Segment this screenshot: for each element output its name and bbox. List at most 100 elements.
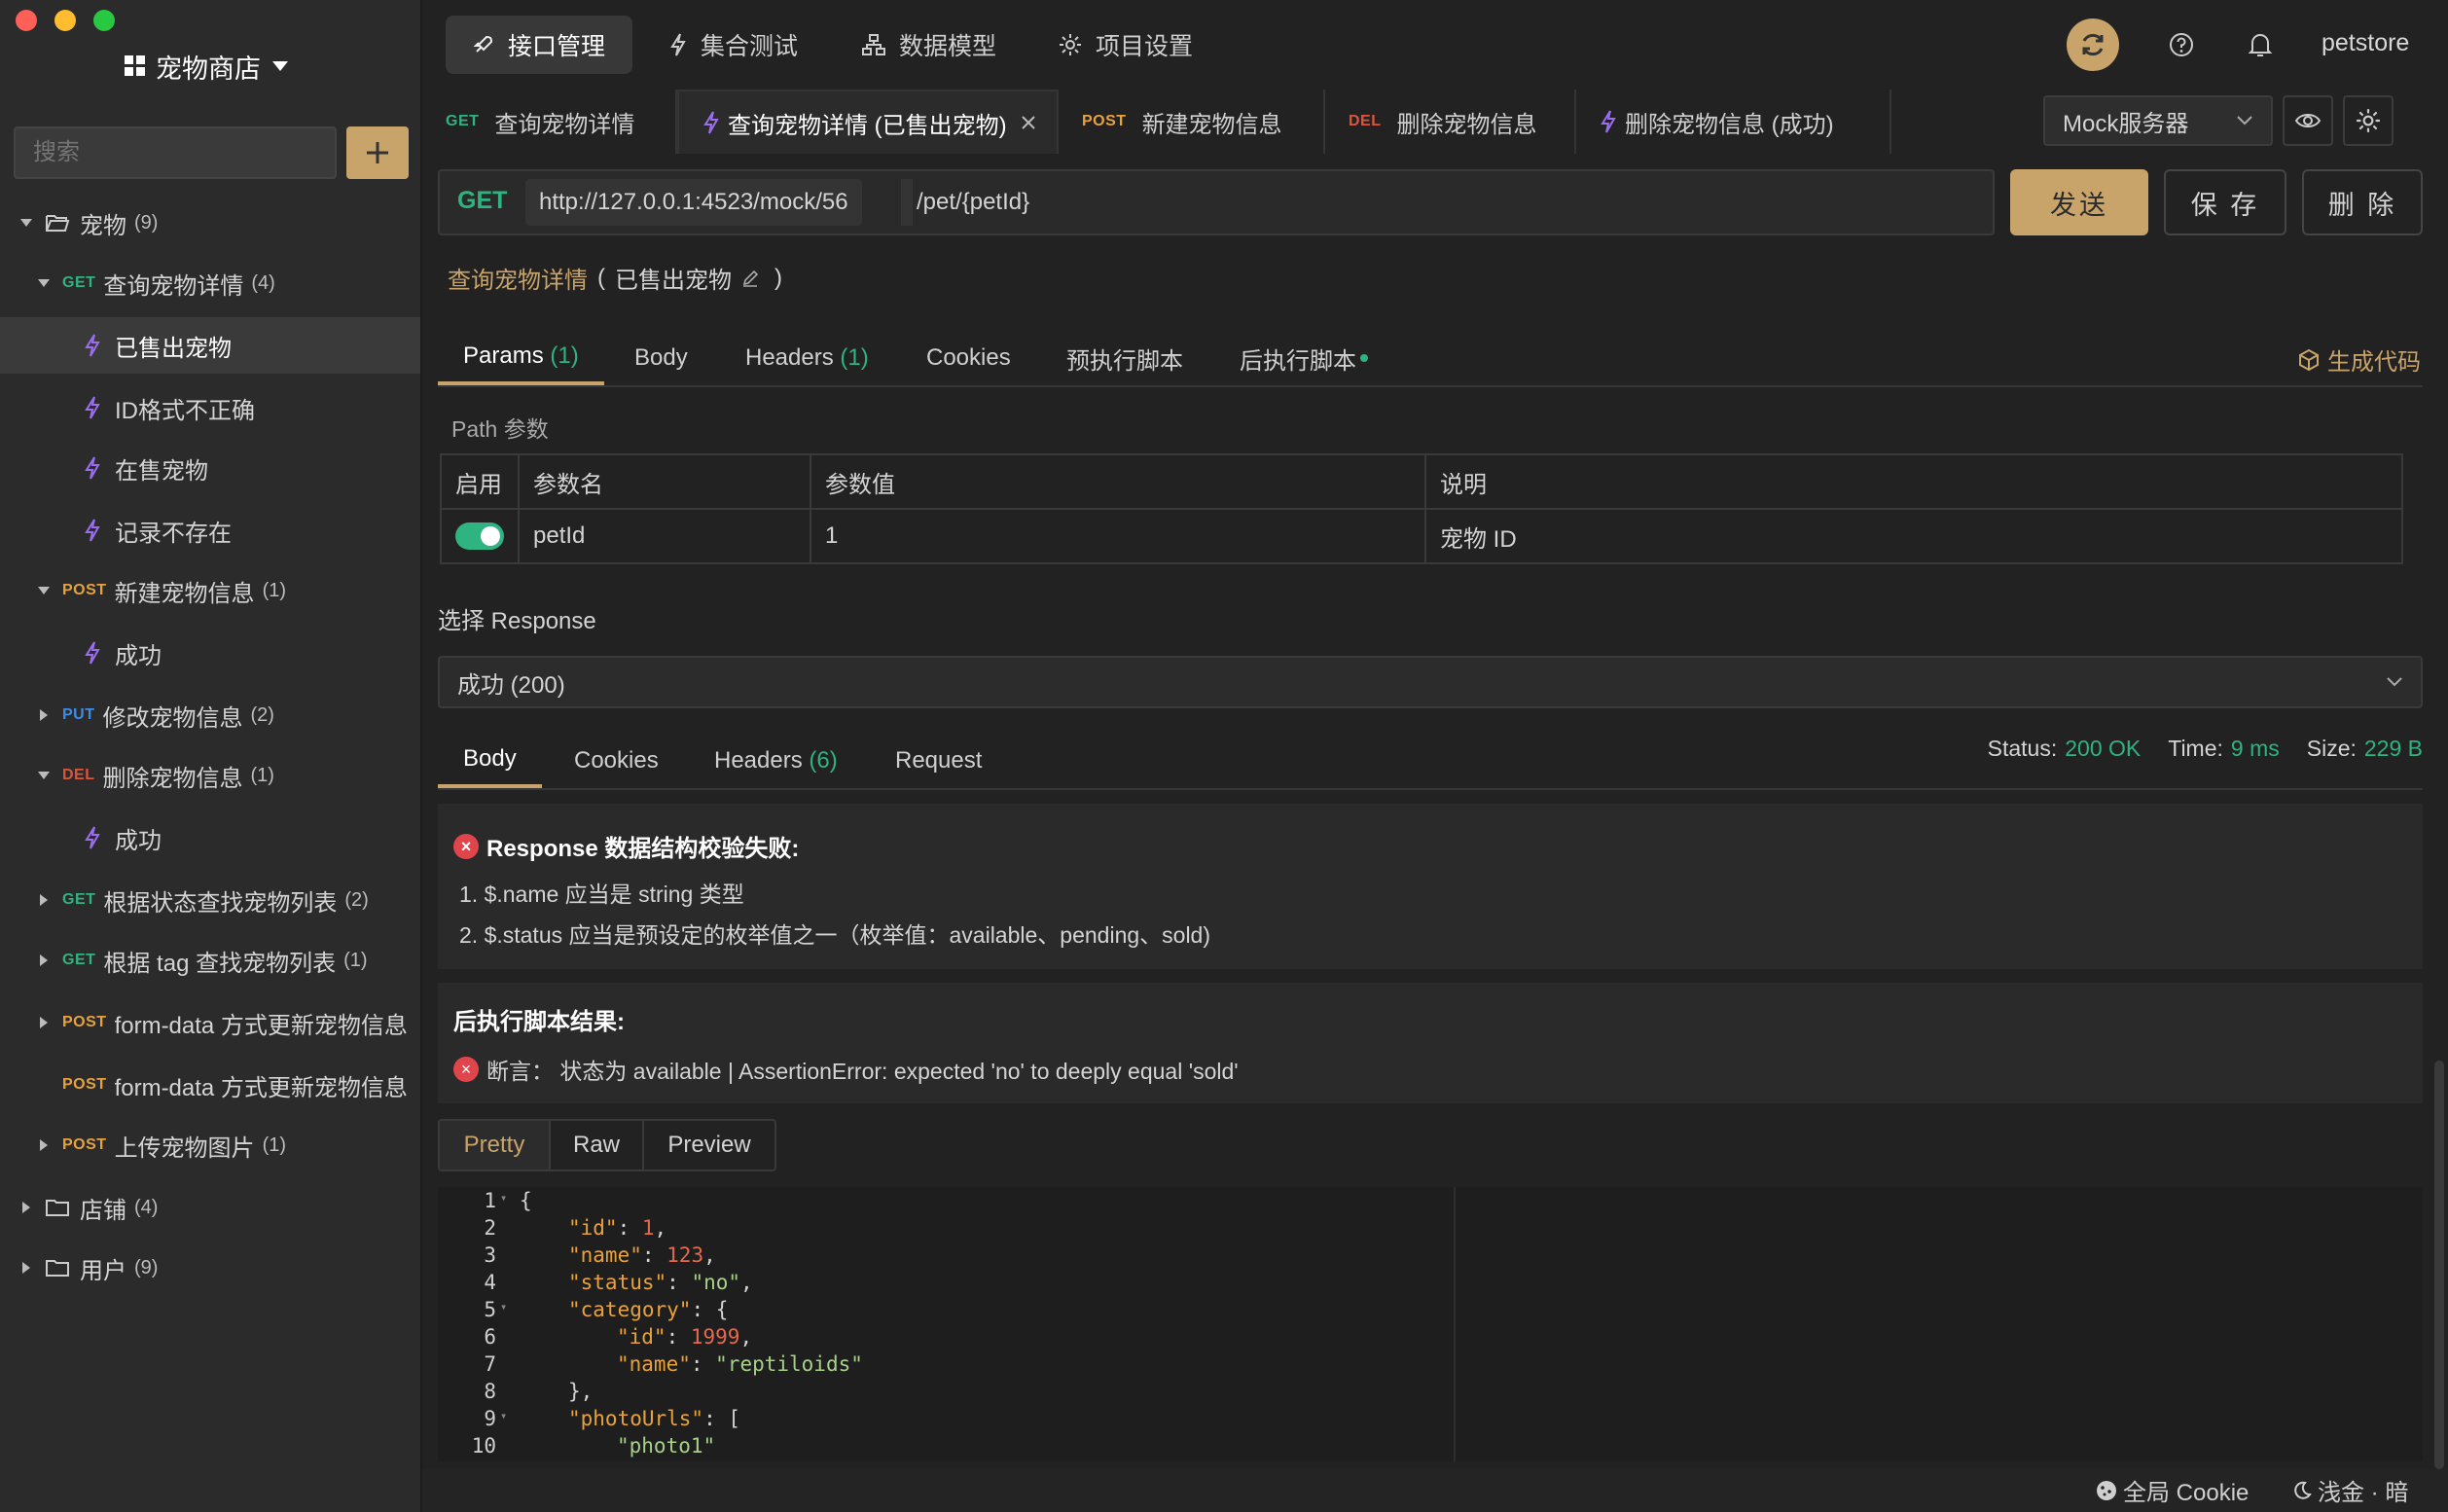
tree-api-del-pet[interactable]: DEL 删除宠物信息 (1): [0, 747, 420, 804]
tab-get-pet-sold[interactable]: 查询宠物详情 (已售出宠物): [677, 90, 1059, 154]
json-key: "photoUrls": [568, 1407, 704, 1430]
delete-button[interactable]: 删 除: [2302, 169, 2423, 235]
method-badge: DEL: [1349, 113, 1382, 129]
project-title: 宠物商店: [156, 54, 261, 84]
json-number: 1999: [690, 1325, 740, 1349]
path-input[interactable]: [901, 179, 1983, 226]
col-header-enabled: 启用: [440, 453, 520, 510]
tree-case-success[interactable]: 成功: [0, 625, 420, 681]
tree-folder-store[interactable]: 店铺 (4): [0, 1179, 420, 1236]
method-badge: PUT: [62, 706, 95, 723]
breadcrumb-api-link[interactable]: 查询宠物详情: [448, 261, 588, 295]
tab-post-pet[interactable]: POST 新建宠物信息: [1059, 90, 1325, 154]
view-tab-preview[interactable]: Preview: [644, 1121, 774, 1170]
line-number: 8: [484, 1380, 496, 1403]
view-tab-pretty[interactable]: Pretty: [440, 1121, 551, 1170]
tree-api-put-pet[interactable]: PUT 修改宠物信息 (2): [0, 687, 420, 743]
tree-case-not-found[interactable]: 记录不存在: [0, 502, 420, 558]
tab-body[interactable]: Body: [634, 331, 688, 385]
tab-get-pet[interactable]: GET 查询宠物详情: [422, 90, 677, 154]
nav-collection-test[interactable]: 集合测试: [642, 16, 825, 74]
tab-response-request[interactable]: Request: [895, 734, 982, 788]
param-value-cell[interactable]: 1: [810, 508, 1426, 564]
response-select[interactable]: 成功 (200): [438, 656, 2423, 708]
tree-api-find-by-tag[interactable]: GET 根据 tag 查找宠物列表 (1): [0, 932, 420, 989]
close-icon[interactable]: [1021, 115, 1036, 130]
theme-switcher[interactable]: 浅金 · 暗: [2292, 1473, 2408, 1507]
tab-response-body[interactable]: Body: [438, 734, 542, 788]
code-line: "id": 1,: [568, 1216, 667, 1240]
lightning-icon: [84, 641, 101, 665]
response-body-editor[interactable]: 1 2 3 4 5 6 7 8 9 10 ▾ ▾ ▾ { "id": 1, "n…: [438, 1187, 2423, 1461]
tree-api-post-pet[interactable]: POST 新建宠物信息 (1): [0, 562, 420, 619]
caret-right-icon: [37, 708, 51, 722]
tab-params[interactable]: Params (1): [438, 331, 604, 385]
environment-preview-button[interactable]: [2283, 95, 2333, 146]
breadcrumb: 查询宠物详情 ( 已售出宠物 ): [448, 261, 782, 295]
view-tab-raw[interactable]: Raw: [551, 1121, 644, 1170]
edit-icon[interactable]: [741, 270, 759, 287]
method-select[interactable]: GET: [457, 187, 507, 215]
validation-title: Response 数据结构校验失败:: [486, 836, 800, 862]
tree-count: (9): [134, 211, 159, 234]
fold-icon[interactable]: ▾: [500, 1409, 507, 1422]
add-button[interactable]: [346, 126, 409, 179]
tab-label: 新建宠物信息: [1141, 111, 1282, 138]
json-key: "status": [568, 1271, 667, 1294]
tab-label: Headers: [745, 344, 834, 371]
user-name[interactable]: petstore: [2322, 29, 2409, 57]
environment-select[interactable]: Mock服务器: [2043, 95, 2273, 146]
window-close-button[interactable]: [16, 10, 37, 31]
nav-api-management[interactable]: 接口管理: [446, 16, 633, 74]
param-name-cell[interactable]: petId: [518, 508, 811, 564]
tree-api-find-by-status[interactable]: GET 根据状态查找宠物列表 (2): [0, 872, 420, 928]
project-switcher[interactable]: 宠物商店: [125, 47, 290, 86]
param-desc-cell[interactable]: 宠物 ID: [1424, 508, 2403, 564]
window-zoom-button[interactable]: [93, 10, 115, 31]
tree-case-del-success[interactable]: 成功: [0, 810, 420, 866]
send-button[interactable]: 发送: [2010, 169, 2148, 235]
validation-error-2: 2. $.status 应当是预设定的枚举值之一（枚举值：available、p…: [459, 922, 1211, 948]
tree-api-upload-image[interactable]: POST 上传宠物图片 (1): [0, 1117, 420, 1173]
window-minimize-button[interactable]: [54, 10, 76, 31]
global-cookie-button[interactable]: 全局 Cookie: [2096, 1473, 2249, 1507]
assertion-text: 断言： 状态为 available | AssertionError: expe…: [486, 1059, 1239, 1084]
nav-project-settings[interactable]: 项目设置: [1031, 16, 1220, 74]
nav-data-model[interactable]: 数据模型: [835, 16, 1024, 74]
environment-settings-button[interactable]: [2343, 95, 2394, 146]
tab-pre-script[interactable]: 预执行脚本: [1066, 331, 1183, 385]
fold-icon[interactable]: ▾: [500, 1300, 507, 1314]
tab-response-cookies[interactable]: Cookies: [574, 734, 659, 788]
scrollbar[interactable]: [2434, 1061, 2444, 1469]
tree-api-formdata-update[interactable]: POST form-data 方式更新宠物信息: [0, 994, 420, 1051]
tab-response-headers[interactable]: Headers (6): [714, 734, 838, 788]
bell-icon[interactable]: [2248, 31, 2273, 58]
caret-down-icon: [37, 769, 51, 782]
save-button[interactable]: 保 存: [2164, 169, 2286, 235]
generate-code-button[interactable]: 生成代码: [2298, 342, 2421, 377]
tree-api-formdata-update-2[interactable]: POST form-data 方式更新宠物信息: [0, 1057, 420, 1113]
tree-case-sold[interactable]: 已售出宠物: [0, 317, 420, 374]
cookie-icon: [2096, 1480, 2117, 1501]
tab-post-script[interactable]: 后执行脚本: [1240, 331, 1368, 385]
tab-del-pet-success[interactable]: 删除宠物信息 (成功): [1576, 90, 1891, 154]
tab-label: 查询宠物详情: [494, 111, 635, 138]
tree-case-invalid-id[interactable]: ID格式不正确: [0, 379, 420, 436]
search-input[interactable]: [14, 126, 337, 179]
enabled-toggle[interactable]: [455, 522, 504, 550]
fold-icon[interactable]: ▾: [500, 1191, 507, 1205]
code-line: "name": 123,: [568, 1243, 716, 1267]
help-icon[interactable]: [2168, 31, 2195, 58]
tree-count: (1): [262, 1134, 287, 1156]
tree-folder-user[interactable]: 用户 (9): [0, 1240, 420, 1296]
tree-case-on-sale[interactable]: 在售宠物: [0, 440, 420, 496]
lightning-icon: [702, 111, 720, 134]
tree-api-get-pet[interactable]: GET 查询宠物详情 (4): [0, 255, 420, 311]
tab-cookies[interactable]: Cookies: [926, 331, 1011, 385]
tree-label: 已售出宠物: [115, 335, 232, 362]
tab-headers[interactable]: Headers (1): [745, 331, 869, 385]
sync-button[interactable]: [2067, 18, 2119, 71]
json-string: "reptiloids": [715, 1352, 863, 1376]
tree-folder-pets[interactable]: 宠物 (9): [0, 195, 420, 251]
tab-del-pet[interactable]: DEL 删除宠物信息: [1325, 90, 1576, 154]
